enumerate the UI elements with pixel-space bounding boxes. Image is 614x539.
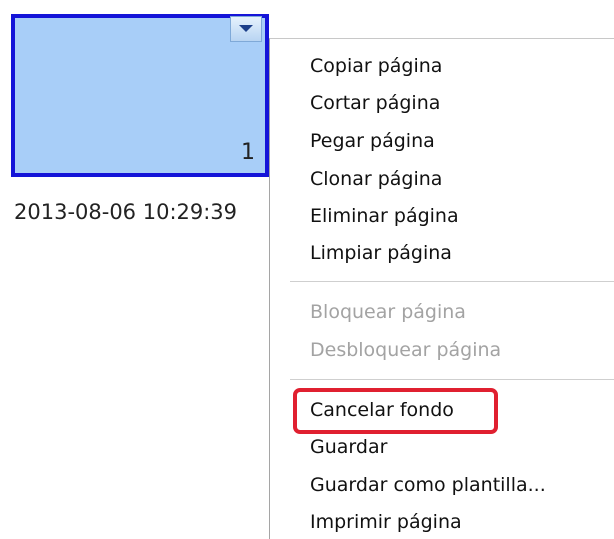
menu-item-unlock-page[interactable]: Desbloquear página bbox=[310, 335, 501, 365]
menu-item-delete-page[interactable]: Eliminar página bbox=[310, 201, 459, 231]
menu-separator bbox=[290, 281, 614, 282]
menu-item-print-page[interactable]: Imprimir página bbox=[310, 507, 462, 537]
thumbnail-menu-button[interactable] bbox=[230, 16, 262, 42]
menu-item-copy-page[interactable]: Copiar página bbox=[310, 51, 442, 81]
menu-item-cancel-background[interactable]: Cancelar fondo bbox=[310, 395, 454, 425]
page-number: 1 bbox=[241, 140, 255, 165]
menu-item-clone-page[interactable]: Clonar página bbox=[310, 164, 442, 194]
menu-separator bbox=[290, 379, 614, 380]
menu-item-clear-page[interactable]: Limpiar página bbox=[310, 238, 452, 268]
page-timestamp: 2013-08-06 10:29:39 bbox=[14, 200, 238, 224]
triangle-down-icon bbox=[239, 25, 253, 32]
menu-item-save-as-template[interactable]: Guardar como plantilla... bbox=[310, 470, 546, 500]
menu-item-paste-page[interactable]: Pegar página bbox=[310, 126, 435, 156]
context-menu: Copiar página Cortar página Pegar página… bbox=[269, 38, 614, 539]
menu-item-cut-page[interactable]: Cortar página bbox=[310, 88, 440, 118]
menu-item-save[interactable]: Guardar bbox=[310, 432, 387, 462]
menu-item-lock-page[interactable]: Bloquear página bbox=[310, 297, 466, 327]
